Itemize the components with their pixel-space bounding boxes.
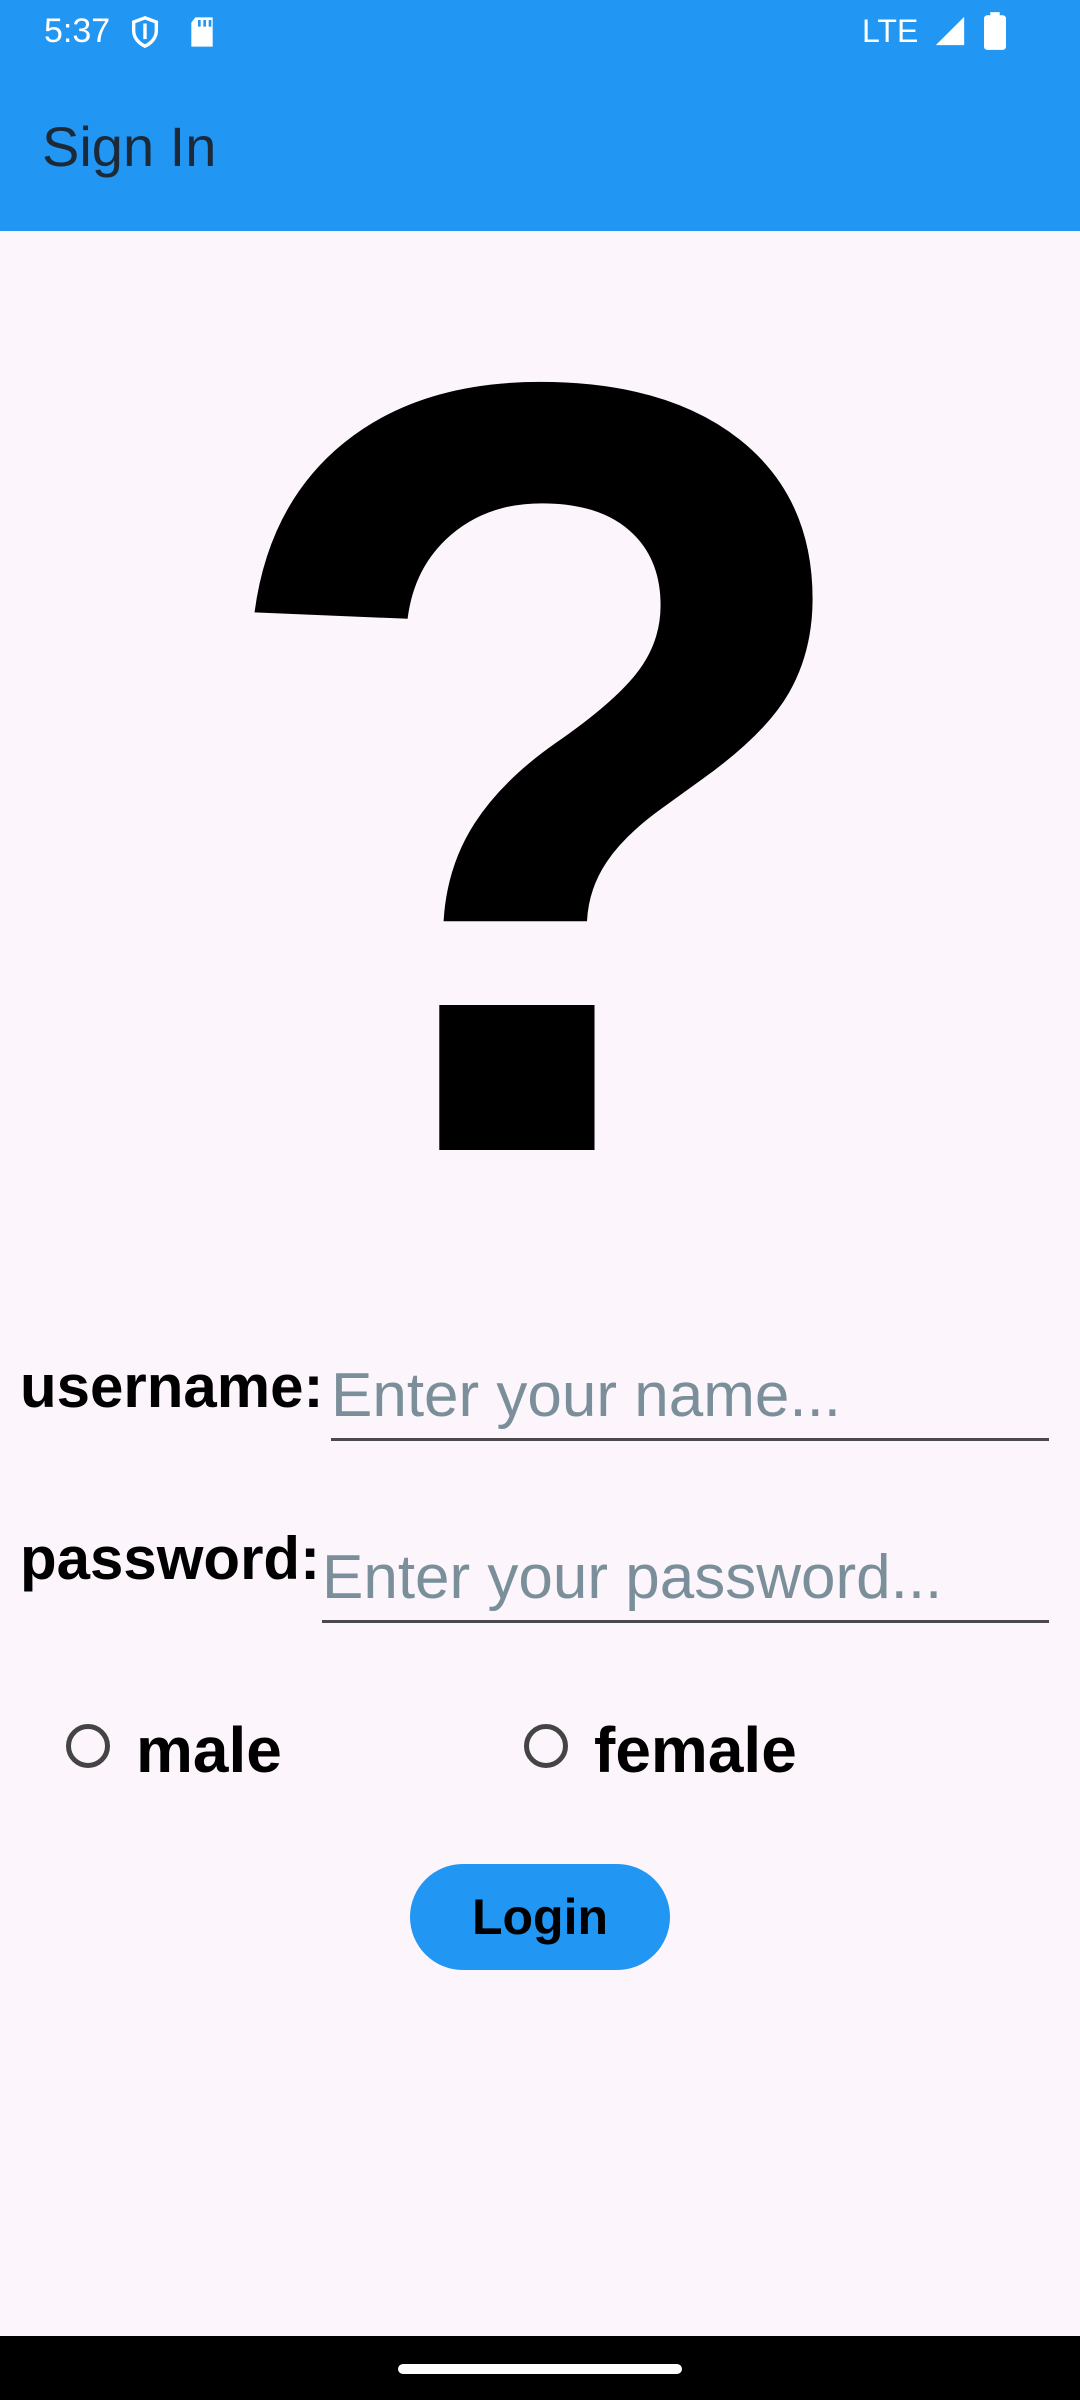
password-input[interactable]: [322, 1534, 1049, 1623]
radio-button-icon[interactable]: [524, 1724, 568, 1768]
status-bar: 5:37 LTE: [0, 0, 1080, 64]
question-mark-icon: ?: [204, 155, 876, 1384]
page-title: Sign In: [42, 115, 217, 178]
sd-card-icon: [191, 17, 213, 47]
signal-icon: [935, 16, 965, 46]
status-time: 5:37: [44, 12, 111, 50]
radio-label-female: female: [594, 1714, 797, 1786]
navigation-bar: [0, 2336, 1080, 2400]
shield-icon: [131, 16, 159, 49]
home-gesture-handle[interactable]: [398, 2364, 682, 2374]
battery-icon: [984, 12, 1006, 50]
radio-label-male: male: [136, 1714, 282, 1786]
username-input[interactable]: [331, 1352, 1049, 1441]
username-label: username:: [20, 1353, 324, 1420]
password-label: password:: [20, 1525, 321, 1592]
login-button[interactable]: Login: [410, 1864, 670, 1970]
network-type: LTE: [862, 13, 919, 49]
radio-button-icon[interactable]: [66, 1724, 110, 1768]
